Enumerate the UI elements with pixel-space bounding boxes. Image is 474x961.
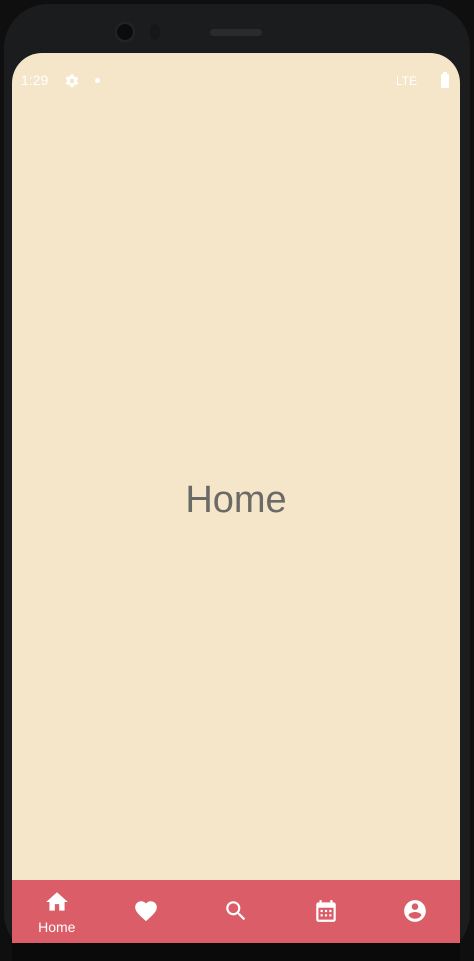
search-icon — [226, 901, 246, 921]
nav-item-label: Home — [38, 919, 76, 935]
page-title: Home — [185, 479, 287, 521]
dot-icon — [95, 78, 100, 83]
earpiece-speaker — [210, 29, 262, 36]
nav-item-favorites[interactable] — [102, 880, 192, 943]
nav-item-search[interactable] — [191, 880, 281, 943]
app-screen: 1:29 LTE Home — [12, 53, 460, 943]
account-icon — [404, 900, 427, 922]
status-bar: 1:29 LTE — [12, 68, 460, 94]
network-type: LTE — [396, 74, 418, 88]
nav-item-home[interactable]: Home — [12, 880, 102, 943]
nav-item-calendar[interactable] — [281, 880, 371, 943]
battery-icon — [441, 72, 449, 88]
heart-icon — [135, 901, 158, 922]
home-icon — [45, 892, 68, 911]
gear-icon — [65, 74, 79, 88]
system-gesture-area — [12, 943, 460, 961]
phone-frame: 1:29 LTE Home Home — [0, 0, 474, 961]
status-time: 1:29 — [21, 72, 49, 88]
calendar-icon — [315, 900, 336, 922]
proximity-sensor — [150, 24, 160, 40]
nav-item-account[interactable] — [370, 880, 460, 943]
front-camera — [115, 22, 135, 42]
bottom-navigation-bar: Home — [12, 880, 460, 943]
